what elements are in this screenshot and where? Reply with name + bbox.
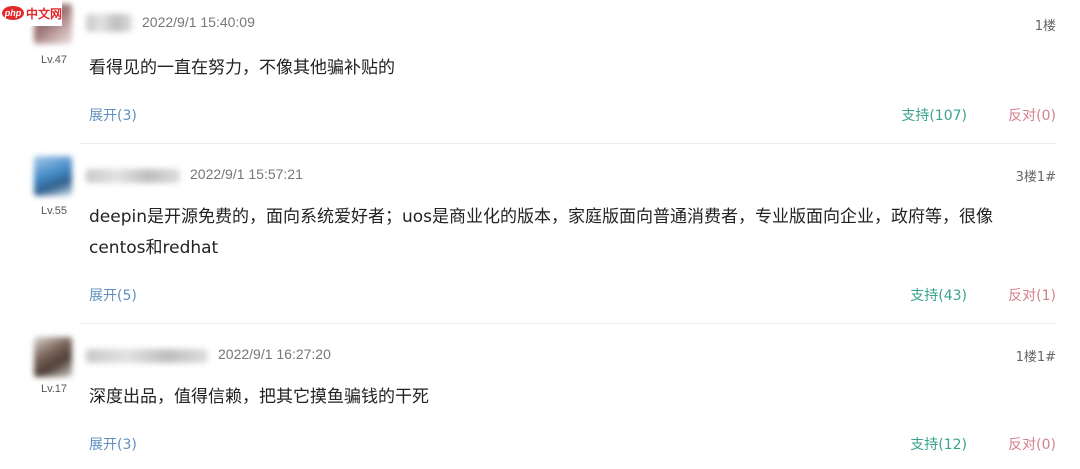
floor-number: 1楼1# xyxy=(1015,350,1056,365)
username-blurred[interactable] xyxy=(86,349,208,363)
comment-actions: 展开(3) 支持(12) 反对(0) xyxy=(89,434,1056,454)
php-cn-watermark: php 中文网 xyxy=(0,0,62,26)
user-level-badge: Lv.55 xyxy=(40,205,68,217)
support-button[interactable]: 支持(107) xyxy=(901,105,967,125)
comment-item: Lv.55 2022/9/1 15:57:21 3楼1# deepin是开源免费… xyxy=(0,144,1080,324)
user-level-badge: Lv.47 xyxy=(40,54,68,66)
avatar[interactable] xyxy=(34,156,72,196)
comment-timestamp: 2022/9/1 15:57:21 xyxy=(190,166,303,182)
comment-actions: 展开(5) 支持(43) 反对(1) xyxy=(89,285,1056,305)
expand-replies-link[interactable]: 展开(5) xyxy=(89,285,137,305)
username-blurred[interactable] xyxy=(86,169,180,183)
watermark-text: 中文网 xyxy=(26,6,63,21)
floor-number: 1楼 xyxy=(1034,19,1056,34)
comment-item: Lv.47 2022/9/1 15:40:09 1楼 看得见的一直在努力，不像其… xyxy=(0,0,1080,144)
avatar[interactable] xyxy=(34,337,72,377)
comment-text: 深度出品，值得信赖，把其它摸鱼骗钱的干死 xyxy=(89,387,429,407)
support-button[interactable]: 支持(43) xyxy=(910,285,967,305)
floor-number: 3楼1# xyxy=(1015,170,1056,185)
comment-timestamp: 2022/9/1 16:27:20 xyxy=(218,346,331,362)
oppose-button[interactable]: 反对(1) xyxy=(1008,285,1056,305)
support-button[interactable]: 支持(12) xyxy=(910,434,967,454)
expand-replies-link[interactable]: 展开(3) xyxy=(89,105,137,125)
comment-timestamp: 2022/9/1 15:40:09 xyxy=(142,14,255,30)
comment-text: deepin是开源免费的，面向系统爱好者；uos是商业化的版本，家庭版面向普通消… xyxy=(89,207,994,258)
username-blurred[interactable] xyxy=(86,14,132,32)
oppose-button[interactable]: 反对(0) xyxy=(1008,105,1056,125)
php-logo: php xyxy=(2,6,24,20)
expand-replies-link[interactable]: 展开(3) xyxy=(89,434,137,454)
comment-item: Lv.17 2022/9/1 16:27:20 1楼1# 深度出品，值得信赖，把… xyxy=(0,324,1080,469)
comment-actions: 展开(3) 支持(107) 反对(0) xyxy=(89,105,1056,125)
oppose-button[interactable]: 反对(0) xyxy=(1008,434,1056,454)
comment-text: 看得见的一直在努力，不像其他骗补贴的 xyxy=(89,58,395,78)
user-level-badge: Lv.17 xyxy=(40,383,68,395)
